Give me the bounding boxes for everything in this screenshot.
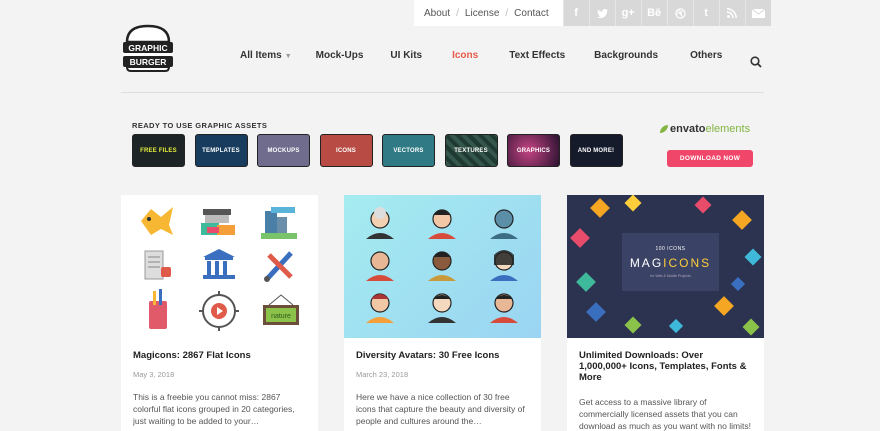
newspaper-icon	[144, 250, 171, 280]
separator: /	[456, 7, 459, 19]
top-links: About / License / Contact	[414, 0, 563, 26]
envato-suffix: elements	[705, 123, 751, 135]
tile-templates[interactable]: TEMPLATES	[194, 134, 248, 167]
nav-ui-kits[interactable]: UI Kits	[390, 50, 422, 61]
post-title[interactable]: Unlimited Downloads: Over 1,000,000+ Ico…	[579, 350, 752, 383]
header-divider	[121, 92, 764, 93]
about-link[interactable]: About	[424, 8, 450, 19]
banner-small-text: 100 ICONS	[655, 246, 686, 252]
banner-title: MAGICONS	[630, 256, 711, 270]
nav-others[interactable]: Others	[690, 50, 722, 61]
tile-and-more[interactable]: AND MORE!	[569, 134, 623, 167]
avatar-icon	[428, 209, 456, 239]
contact-link[interactable]: Contact	[514, 8, 548, 19]
bank-icon	[203, 249, 235, 279]
post-title[interactable]: Magicons: 2867 Flat Icons	[133, 350, 306, 361]
banner-title-a: MAG	[629, 256, 664, 270]
post-thumbnail[interactable]: 100 ICONS MAGICONS for Web & Mobile Proj…	[567, 195, 764, 338]
play-target-icon	[199, 291, 239, 331]
magicons-banner: 100 ICONS MAGICONS for Web & Mobile Proj…	[622, 233, 719, 291]
tile-textures[interactable]: TEXTURES	[444, 134, 498, 167]
building-icon	[261, 207, 297, 239]
post-title[interactable]: Diversity Avatars: 30 Free Icons	[356, 350, 529, 361]
envato-elements-logo[interactable]: envato elements	[660, 123, 750, 135]
logo-line-1: GRAPHIC	[128, 43, 167, 53]
envato-prefix: envato	[670, 123, 706, 135]
nav-mock-ups[interactable]: Mock-Ups	[316, 50, 364, 61]
banner-tagline: for Web & Mobile Projects	[650, 274, 691, 278]
nav-all-items[interactable]: All Items ▼	[240, 50, 292, 61]
nature-sign-icon: nature	[263, 294, 299, 325]
nav-icons[interactable]: Icons	[452, 50, 479, 93]
asset-tiles: FREE FILES TEMPLATES MOCKUPS ICONS VECTO…	[132, 134, 632, 167]
avatar-icon	[366, 293, 394, 323]
nav-backgrounds[interactable]: Backgrounds	[594, 50, 658, 61]
post-excerpt: Here we have a nice collection of 30 fre…	[356, 392, 525, 426]
nav-label: Icons	[452, 50, 479, 61]
main-nav: All Items ▼ Mock-Ups UI Kits Icons Text E…	[225, 50, 722, 93]
logo-line-2: BURGER	[130, 57, 167, 67]
boxes-icon	[201, 209, 235, 235]
chevron-down-icon: ▼	[284, 53, 292, 60]
post-thumbnail[interactable]: nature	[121, 195, 318, 338]
nature-sign-text: nature	[271, 313, 291, 320]
post-excerpt: This is a freebie you cannot miss: 2867 …	[133, 392, 295, 426]
tools-icon	[264, 251, 293, 282]
avatar-icon	[490, 209, 518, 239]
avatar-icon	[428, 293, 456, 323]
tile-free-files[interactable]: FREE FILES	[132, 134, 185, 167]
tumblr-icon[interactable]: t	[692, 0, 719, 26]
dribbble-icon[interactable]	[666, 0, 693, 26]
avatar-icon	[490, 293, 518, 323]
download-now-button[interactable]: DOWNLOAD NOW	[667, 150, 753, 167]
top-bar: About / License / Contact f g+ Bē t	[414, 0, 771, 26]
avatar-icon	[366, 251, 394, 281]
twitter-icon[interactable]	[588, 0, 615, 26]
avatar-icon	[428, 251, 456, 281]
search-icon[interactable]	[750, 55, 762, 68]
tile-vectors[interactable]: VECTORS	[382, 134, 435, 167]
google-plus-icon[interactable]: g+	[614, 0, 641, 26]
post-card[interactable]: 100 ICONS MAGICONS for Web & Mobile Proj…	[567, 195, 764, 431]
banner-title-b: ICONS	[663, 256, 712, 270]
tile-icons[interactable]: ICONS	[319, 134, 373, 167]
promo-title: READY TO USE GRAPHIC ASSETS	[132, 121, 268, 130]
license-link[interactable]: License	[465, 8, 499, 19]
fish-icon	[141, 207, 173, 235]
post-thumbnail[interactable]	[344, 195, 541, 338]
avatar-icon	[366, 207, 394, 239]
behance-icon[interactable]: Bē	[640, 0, 667, 26]
post-card[interactable]: nature Magicons: 2867 Flat Icons May 3, …	[121, 195, 318, 431]
mail-icon[interactable]	[744, 0, 771, 26]
tile-graphics[interactable]: GRAPHICS	[507, 134, 560, 167]
pencil-cup-icon	[149, 289, 167, 329]
tile-mockups[interactable]: MOCKUPS	[257, 134, 310, 167]
avatar-icon	[490, 250, 518, 281]
social-links: f g+ Bē t	[562, 0, 771, 26]
rss-icon[interactable]	[718, 0, 745, 26]
post-excerpt: Get access to a massive library of comme…	[579, 397, 751, 431]
nav-text-effects[interactable]: Text Effects	[509, 50, 565, 61]
graphic-burger-logo[interactable]: GRAPHIC BURGER	[121, 24, 175, 72]
envato-leaf-icon	[660, 125, 668, 133]
nav-label: All Items	[240, 50, 282, 61]
post-card[interactable]: Diversity Avatars: 30 Free Icons March 2…	[344, 195, 541, 431]
separator: /	[505, 7, 509, 19]
post-date: March 23, 2018	[356, 370, 409, 379]
post-date: May 3, 2018	[133, 370, 175, 379]
facebook-icon[interactable]: f	[562, 0, 589, 26]
